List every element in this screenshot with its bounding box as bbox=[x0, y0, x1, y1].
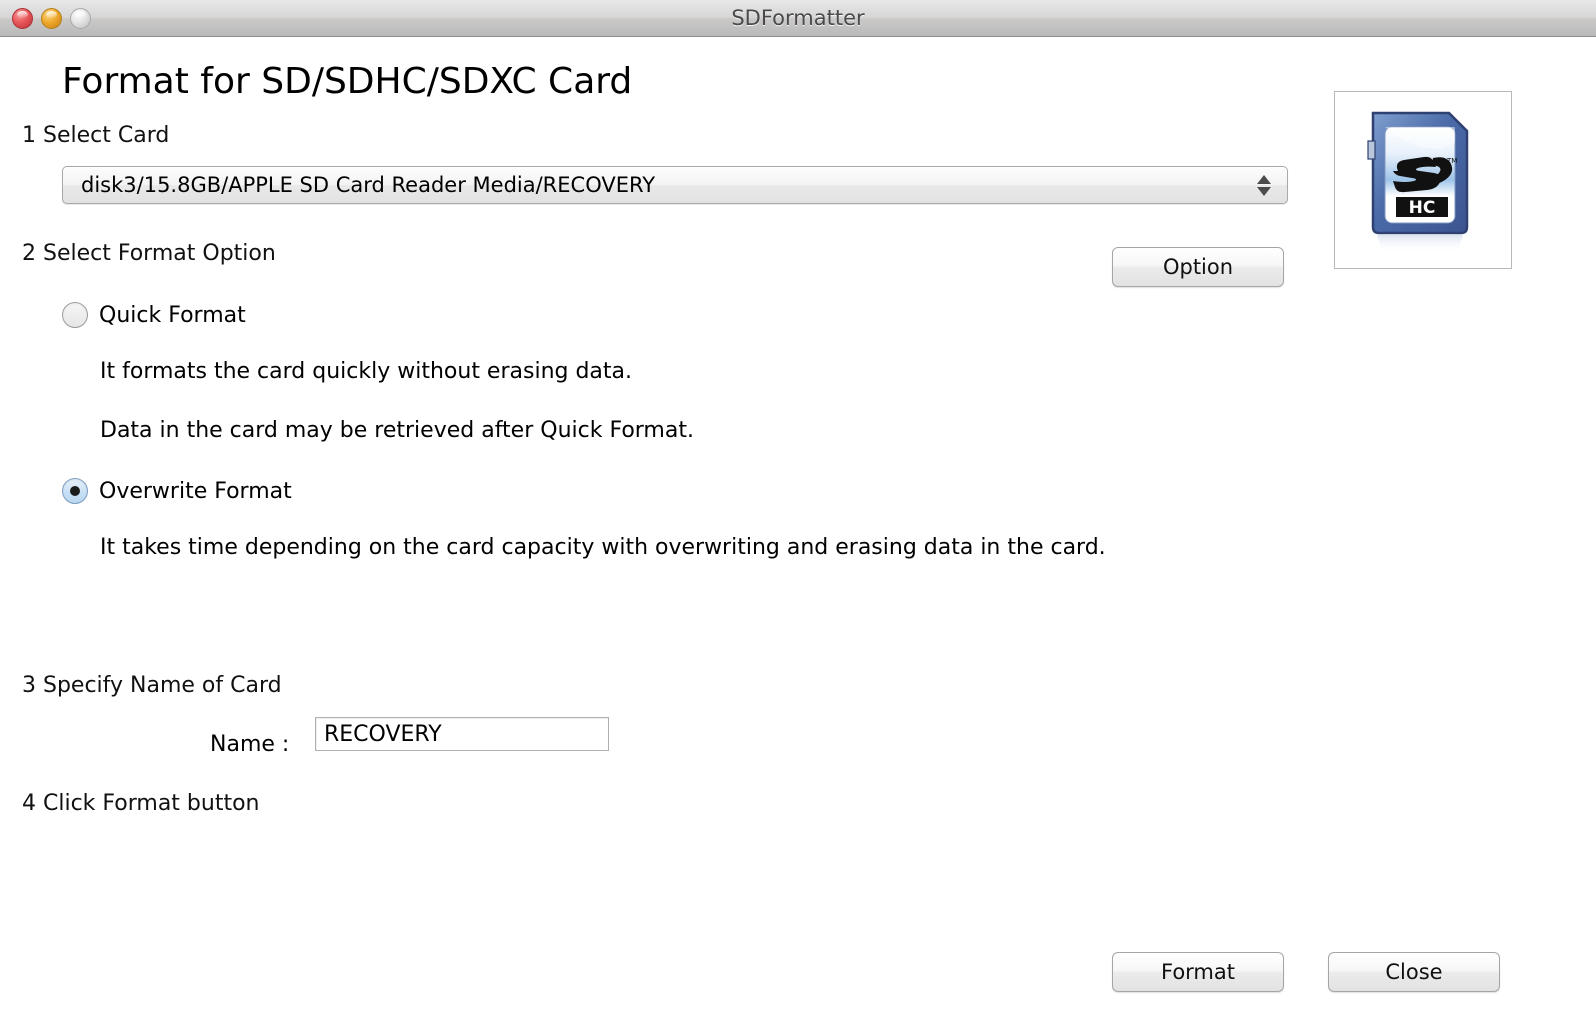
sd-hc-text: HC bbox=[1409, 198, 1436, 218]
radio-overwrite-format-label: Overwrite Format bbox=[99, 478, 292, 504]
select-card-value: disk3/15.8GB/APPLE SD Card Reader Media/… bbox=[81, 173, 656, 197]
select-card-stepper-icon[interactable] bbox=[1247, 174, 1281, 196]
zoom-window-icon bbox=[70, 7, 91, 29]
option-button[interactable]: Option bbox=[1112, 247, 1284, 287]
chevron-up-icon bbox=[1257, 174, 1271, 184]
step-4-label: 4 Click Format button bbox=[22, 791, 260, 816]
page-title: Format for SD/SDHC/SDXC Card bbox=[62, 61, 633, 102]
step-1-label: 1 Select Card bbox=[22, 123, 170, 148]
radio-quick-format-indicator[interactable] bbox=[62, 302, 88, 328]
close-window-icon[interactable] bbox=[12, 7, 33, 29]
quick-format-description-1: It formats the card quickly without eras… bbox=[100, 359, 633, 384]
radio-overwrite-format[interactable]: Overwrite Format bbox=[62, 478, 292, 504]
sd-trademark-text: TM bbox=[1446, 157, 1457, 165]
select-card-dropdown[interactable]: disk3/15.8GB/APPLE SD Card Reader Media/… bbox=[62, 166, 1288, 204]
name-field-label: Name : bbox=[210, 732, 290, 757]
main-content: Format for SD/SDHC/SDXC Card 1 Select Ca… bbox=[0, 37, 1596, 1036]
sdformatter-window: SDFormatter Format for SD/SDHC/SDXC Card… bbox=[0, 0, 1596, 1036]
card-name-input[interactable]: RECOVERY bbox=[315, 717, 609, 751]
window-controls bbox=[12, 7, 91, 29]
radio-quick-format-label: Quick Format bbox=[99, 302, 246, 328]
quick-format-description-2: Data in the card may be retrieved after … bbox=[100, 418, 694, 443]
window-titlebar: SDFormatter bbox=[0, 0, 1596, 37]
overwrite-format-description-1: It takes time depending on the card capa… bbox=[100, 535, 1106, 560]
window-title: SDFormatter bbox=[731, 6, 865, 30]
step-3-label: 3 Specify Name of Card bbox=[22, 673, 282, 698]
chevron-down-icon bbox=[1257, 186, 1271, 196]
card-name-input-value: RECOVERY bbox=[324, 721, 442, 747]
close-button[interactable]: Close bbox=[1328, 952, 1500, 992]
radio-quick-format[interactable]: Quick Format bbox=[62, 302, 246, 328]
sd-card-image-box: TM HC bbox=[1334, 91, 1512, 269]
format-button[interactable]: Format bbox=[1112, 952, 1284, 992]
minimize-window-icon[interactable] bbox=[41, 7, 62, 29]
sdhc-card-icon: TM HC bbox=[1367, 111, 1469, 253]
radio-overwrite-format-indicator[interactable] bbox=[62, 478, 88, 504]
step-2-label: 2 Select Format Option bbox=[22, 241, 276, 266]
